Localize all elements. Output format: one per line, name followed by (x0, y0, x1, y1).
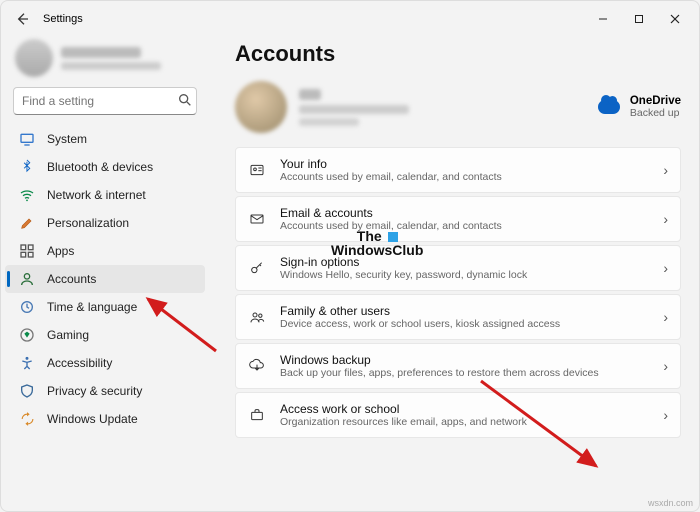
chevron-right-icon: › (663, 358, 668, 374)
sidebar-item-label: Accessibility (47, 356, 112, 370)
search-box[interactable] (13, 87, 197, 115)
person-icon (19, 271, 35, 287)
sidebar-item-accounts[interactable]: Accounts (5, 265, 205, 293)
chevron-right-icon: › (663, 162, 668, 178)
sidebar-item-label: Windows Update (47, 412, 138, 426)
card-title: Access work or school (280, 402, 663, 416)
chevron-right-icon: › (663, 309, 668, 325)
id-card-icon (248, 161, 266, 179)
clock-icon (19, 299, 35, 315)
avatar (15, 39, 53, 77)
card-sub: Back up your files, apps, preferences to… (280, 367, 663, 379)
page-title: Accounts (235, 41, 681, 67)
sidebar-profile[interactable] (5, 37, 205, 81)
credit: wsxdn.com (648, 498, 693, 508)
sidebar: System Bluetooth & devices Network & int… (1, 37, 209, 511)
main-content: Accounts OneDrive Backed up Your infoAcc… (209, 37, 699, 511)
window-controls (585, 5, 693, 33)
onedrive-sub: Backed up (630, 107, 681, 119)
card-sub: Device access, work or school users, kio… (280, 318, 663, 330)
card-sub: Windows Hello, security key, password, d… (280, 269, 663, 281)
sidebar-item-label: Accounts (47, 272, 96, 286)
card-title: Windows backup (280, 353, 663, 367)
card-email-accounts[interactable]: Email & accountsAccounts used by email, … (235, 196, 681, 242)
card-sub: Organization resources like email, apps,… (280, 416, 663, 428)
minimize-button[interactable] (585, 5, 621, 33)
apps-icon (19, 243, 35, 259)
titlebar: Settings (1, 1, 699, 37)
sidebar-item-update[interactable]: Windows Update (5, 405, 205, 433)
sidebar-item-label: Apps (47, 244, 74, 258)
people-icon (248, 308, 266, 326)
close-button[interactable] (657, 5, 693, 33)
sidebar-item-privacy[interactable]: Privacy & security (5, 377, 205, 405)
sidebar-item-personalization[interactable]: Personalization (5, 209, 205, 237)
back-button[interactable] (7, 4, 37, 34)
card-signin-options[interactable]: Sign-in optionsWindows Hello, security k… (235, 245, 681, 291)
card-windows-backup[interactable]: Windows backupBack up your files, apps, … (235, 343, 681, 389)
chevron-right-icon: › (663, 211, 668, 227)
card-title: Your info (280, 157, 663, 171)
settings-cards: Your infoAccounts used by email, calenda… (235, 147, 681, 438)
arrow-left-icon (14, 11, 30, 27)
card-sub: Accounts used by email, calendar, and co… (280, 171, 663, 183)
sidebar-item-time[interactable]: Time & language (5, 293, 205, 321)
card-work-school[interactable]: Access work or schoolOrganization resour… (235, 392, 681, 438)
sidebar-item-label: Bluetooth & devices (47, 160, 153, 174)
sidebar-item-gaming[interactable]: Gaming (5, 321, 205, 349)
profile-text (61, 47, 161, 70)
search-input[interactable] (22, 94, 177, 108)
sidebar-item-accessibility[interactable]: Accessibility (5, 349, 205, 377)
sidebar-item-label: Privacy & security (47, 384, 142, 398)
sidebar-item-label: Gaming (47, 328, 89, 342)
maximize-icon (634, 14, 644, 24)
sidebar-nav: System Bluetooth & devices Network & int… (5, 125, 205, 433)
shield-icon (19, 383, 35, 399)
sidebar-item-label: System (47, 132, 87, 146)
bluetooth-icon (19, 159, 35, 175)
card-sub: Accounts used by email, calendar, and co… (280, 220, 663, 232)
avatar (235, 81, 287, 133)
card-title: Email & accounts (280, 206, 663, 220)
card-family-users[interactable]: Family & other usersDevice access, work … (235, 294, 681, 340)
sidebar-item-label: Network & internet (47, 188, 146, 202)
onedrive-status[interactable]: OneDrive Backed up (598, 95, 681, 119)
backup-icon (248, 357, 266, 375)
cloud-icon (598, 100, 620, 114)
key-icon (248, 259, 266, 277)
maximize-button[interactable] (621, 5, 657, 33)
minimize-icon (598, 14, 608, 24)
sidebar-item-network[interactable]: Network & internet (5, 181, 205, 209)
search-icon (177, 92, 193, 111)
wifi-icon (19, 187, 35, 203)
card-your-info[interactable]: Your infoAccounts used by email, calenda… (235, 147, 681, 193)
sidebar-item-system[interactable]: System (5, 125, 205, 153)
gaming-icon (19, 327, 35, 343)
update-icon (19, 411, 35, 427)
briefcase-icon (248, 406, 266, 424)
sidebar-item-apps[interactable]: Apps (5, 237, 205, 265)
card-title: Sign-in options (280, 255, 663, 269)
onedrive-title: OneDrive (630, 95, 681, 107)
sidebar-item-label: Personalization (47, 216, 129, 230)
chevron-right-icon: › (663, 407, 668, 423)
chevron-right-icon: › (663, 260, 668, 276)
close-icon (670, 14, 680, 24)
sidebar-item-label: Time & language (47, 300, 137, 314)
system-icon (19, 131, 35, 147)
accessibility-icon (19, 355, 35, 371)
brush-icon (19, 215, 35, 231)
account-profile: OneDrive Backed up (235, 81, 681, 133)
sidebar-item-bluetooth[interactable]: Bluetooth & devices (5, 153, 205, 181)
card-title: Family & other users (280, 304, 663, 318)
window-title: Settings (43, 13, 83, 25)
mail-icon (248, 210, 266, 228)
